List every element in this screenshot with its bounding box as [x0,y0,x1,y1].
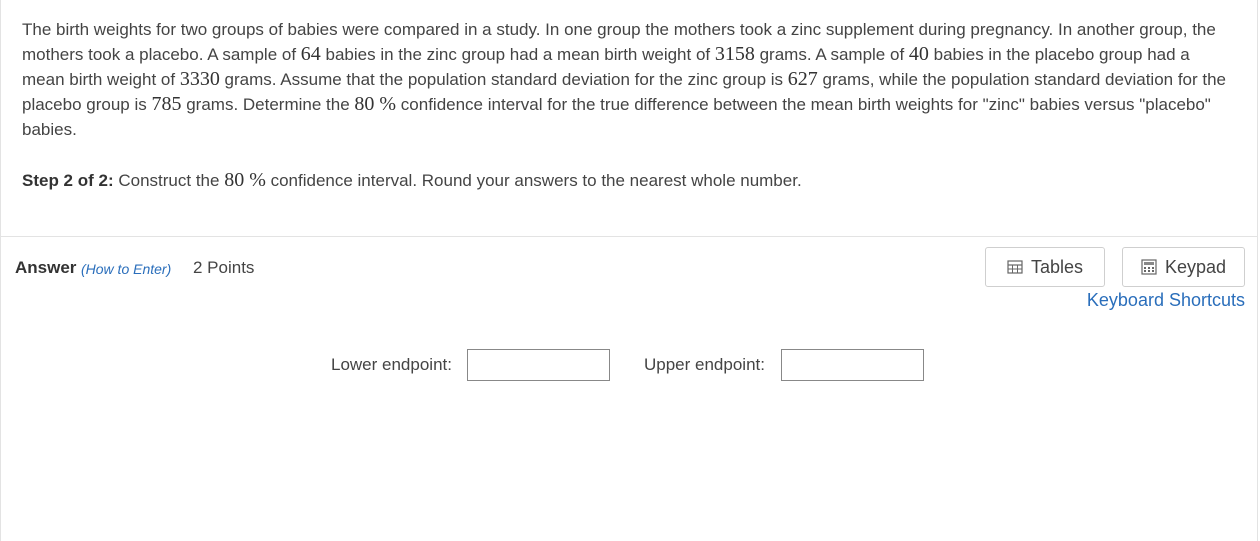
tables-button[interactable]: Tables [985,247,1105,287]
placebo-sample-size: 40 [908,43,929,65]
section-divider [0,236,1258,237]
confidence-level: 80 % [354,93,397,115]
lower-endpoint-label: Lower endpoint: [331,355,452,374]
zinc-std-dev: 627 [787,68,818,90]
keyboard-shortcuts-link[interactable]: Keyboard Shortcuts [1087,290,1245,311]
how-to-enter-link[interactable]: (How to Enter) [81,261,171,277]
step-instruction: Step 2 of 2: Construct the 80 % confiden… [22,168,802,193]
upper-endpoint-input[interactable] [781,349,924,381]
upper-endpoint-label: Upper endpoint: [644,355,765,374]
step-part: Construct the [113,171,225,190]
tables-label: Tables [1030,256,1084,277]
question-part: grams. Assume that the population standa… [219,70,788,89]
answer-label: Answer [15,258,77,277]
keypad-icon [1141,259,1157,275]
question-part: grams. Determine the [181,95,355,114]
question-part: babies in the zinc group had a mean birt… [320,45,715,64]
question-text: The birth weights for two groups of babi… [22,17,1232,142]
step-label: Step 2 of 2: [22,171,114,190]
keypad-button[interactable]: Keypad [1122,247,1245,287]
zinc-sample-size: 64 [300,43,321,65]
placebo-std-dev: 785 [151,93,182,115]
question-part: grams. A sample of [754,45,909,64]
points-value: 2 Points [193,258,255,277]
step-part: confidence interval. Round your answers … [265,171,802,190]
placebo-mean: 3330 [179,68,220,90]
keypad-label: Keypad [1164,256,1227,277]
table-icon [1007,259,1023,275]
lower-endpoint-input[interactable] [467,349,610,381]
step-confidence-level: 80 % [224,169,266,191]
zinc-mean: 3158 [714,43,755,65]
